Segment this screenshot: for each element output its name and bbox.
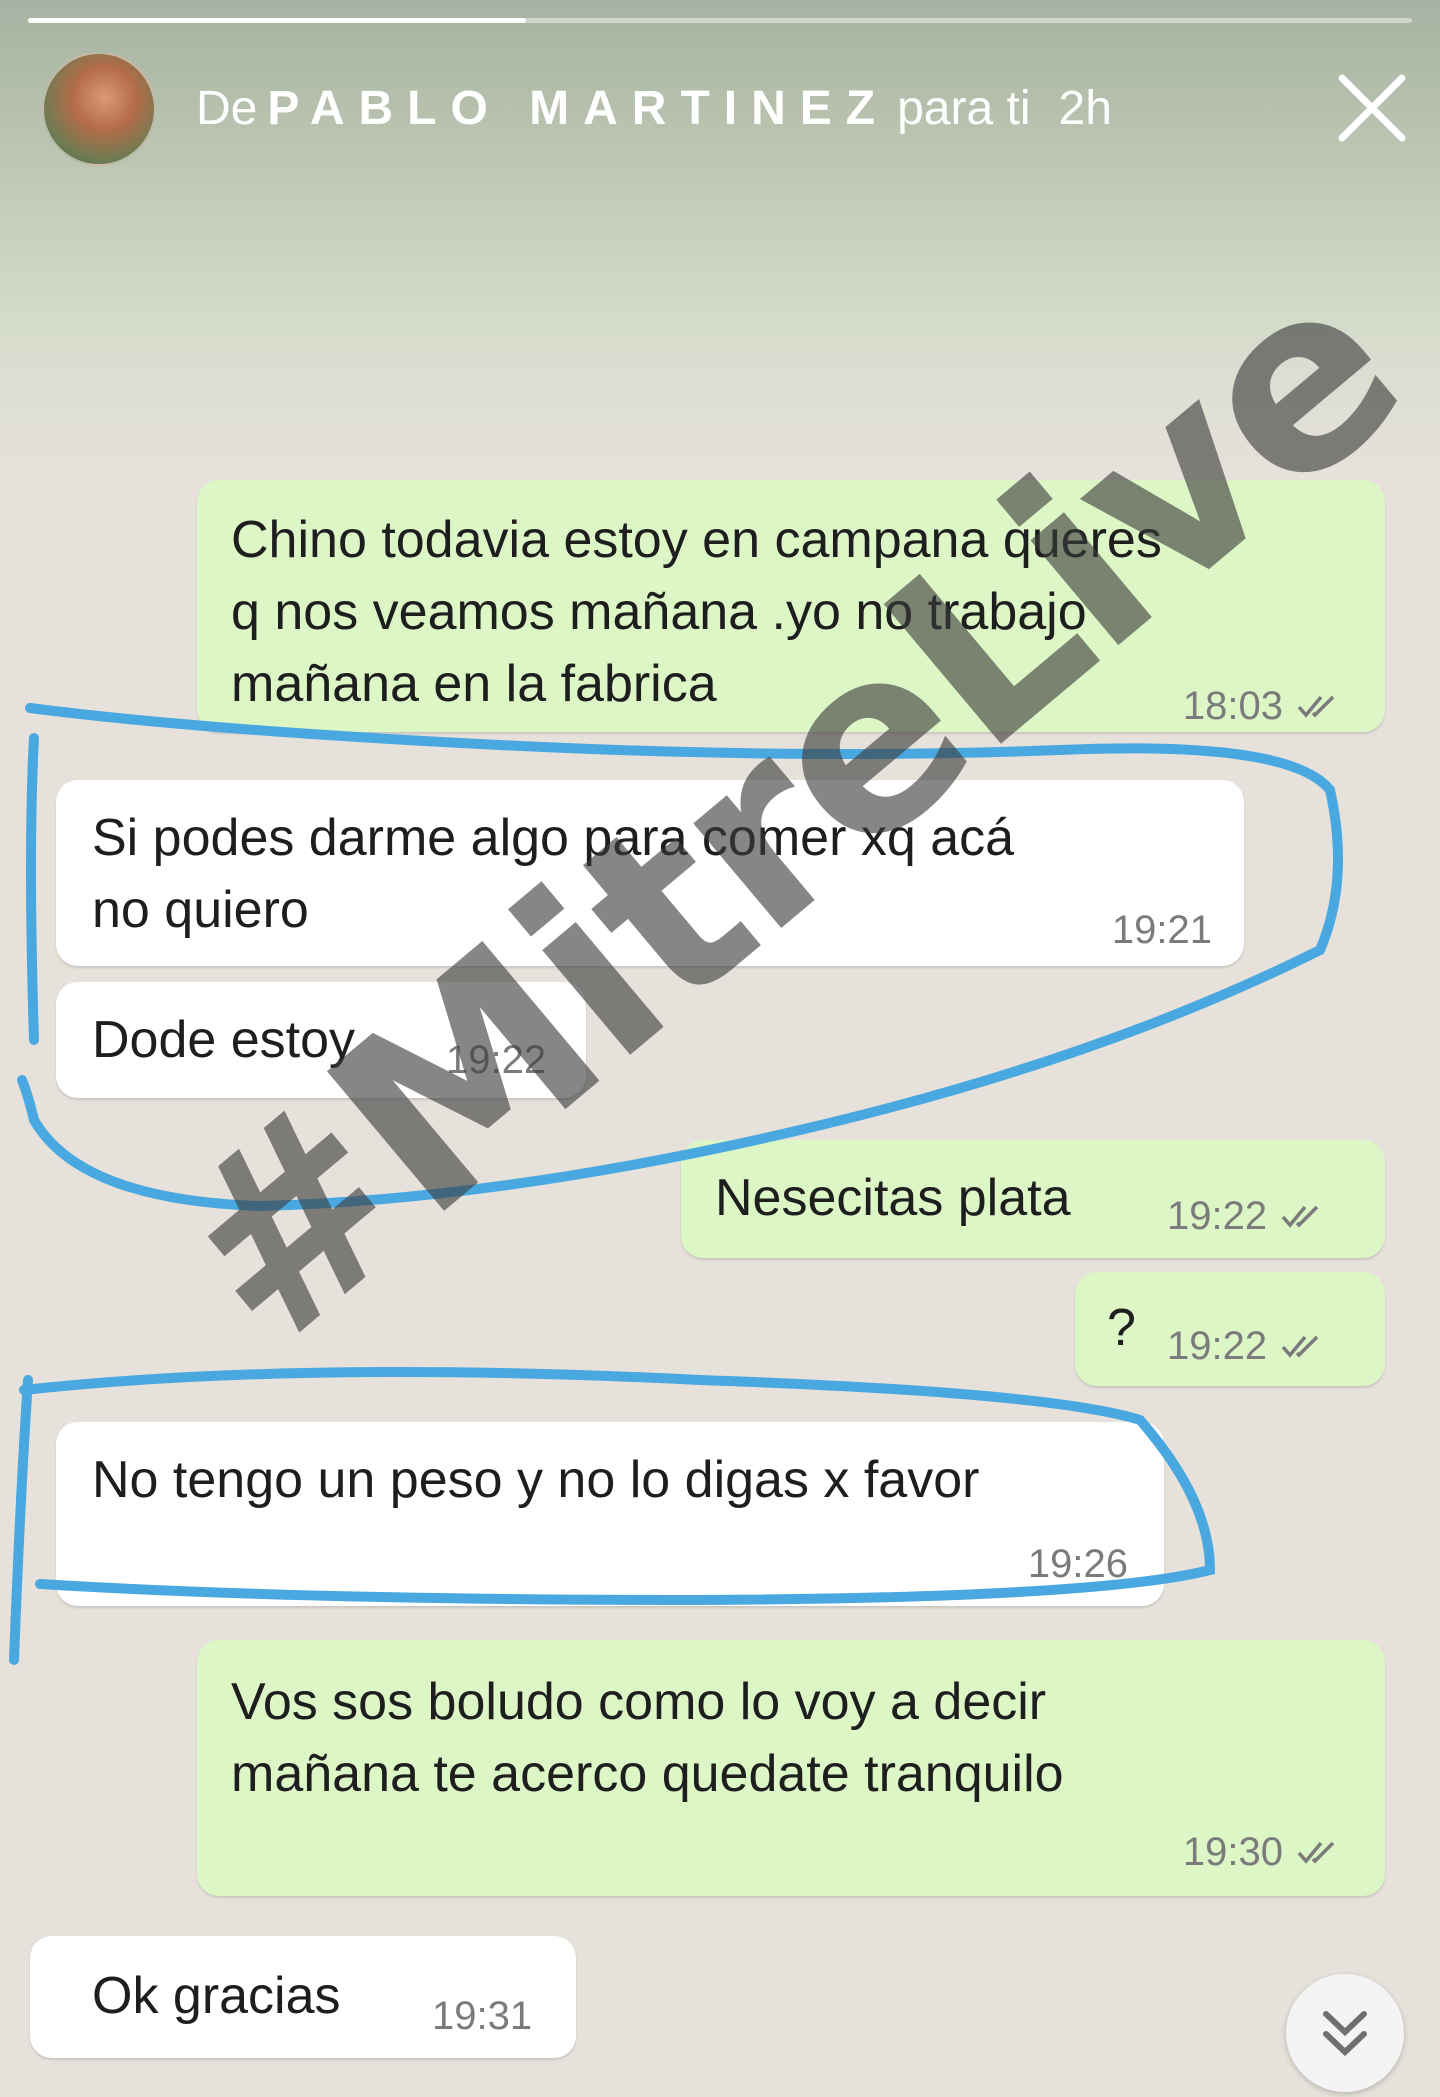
message-bubble-outgoing[interactable]: Vos sos boludo como lo voy a decir mañan…: [197, 1640, 1385, 1896]
message-time: 18:03: [1182, 684, 1283, 728]
message-time: 19:22: [1167, 1324, 1268, 1368]
double-check-icon: [1295, 1834, 1345, 1874]
message-bubble-incoming[interactable]: No tengo un peso y no lo digas x favor 1…: [56, 1422, 1164, 1606]
message-text: ?: [1107, 1299, 1136, 1357]
message-time: 19:30: [1182, 1830, 1283, 1874]
scroll-to-bottom-button[interactable]: [1286, 1974, 1404, 2092]
message-text: Ok gracias: [92, 1967, 341, 2025]
message-line: Vos sos boludo como lo voy a decir: [231, 1673, 1047, 1731]
double-check-icon: [1279, 1328, 1329, 1368]
avatar[interactable]: [42, 52, 156, 166]
message-line: mañana te acerco quedate tranquilo: [231, 1745, 1064, 1803]
double-check-icon: [1295, 688, 1345, 728]
message-meta: 18:03: [1183, 686, 1345, 728]
message-bubble-outgoing[interactable]: ? 19:22: [1075, 1272, 1385, 1386]
story-progress-track: [28, 18, 1412, 23]
message-time: 19:26: [1027, 1542, 1128, 1586]
message-meta: 19:22: [1167, 1326, 1329, 1368]
message-meta: 19:22: [1167, 1196, 1329, 1238]
sender-name[interactable]: PABLO MARTINEZ: [267, 81, 889, 136]
double-chevron-down-icon: [1323, 2011, 1367, 2057]
message-text: Nesecitas plata: [715, 1169, 1071, 1227]
double-check-icon: [1279, 1198, 1329, 1238]
close-icon: [1338, 74, 1406, 142]
story-title: De PABLO MARTINEZ para ti 2h: [196, 78, 1112, 138]
message-meta: 19:30: [1183, 1832, 1345, 1874]
story-age: 2h: [1058, 81, 1112, 135]
message-bubble-incoming[interactable]: Ok gracias 19:31: [30, 1936, 576, 2058]
message-text: No tengo un peso y no lo digas x favor: [92, 1451, 980, 1509]
close-button[interactable]: [1334, 70, 1410, 146]
story-suffix: para ti: [897, 81, 1031, 135]
message-time: 19:31: [432, 1994, 533, 2038]
message-text: Vos sos boludo como lo voy a decir mañan…: [231, 1666, 1064, 1810]
story-prefix: De: [196, 81, 258, 135]
message-time: 19:21: [1111, 908, 1212, 952]
message-bubble-outgoing[interactable]: Nesecitas plata 19:22: [681, 1140, 1385, 1258]
story-progress-fill: [28, 18, 527, 23]
message-time: 19:22: [1167, 1194, 1268, 1238]
